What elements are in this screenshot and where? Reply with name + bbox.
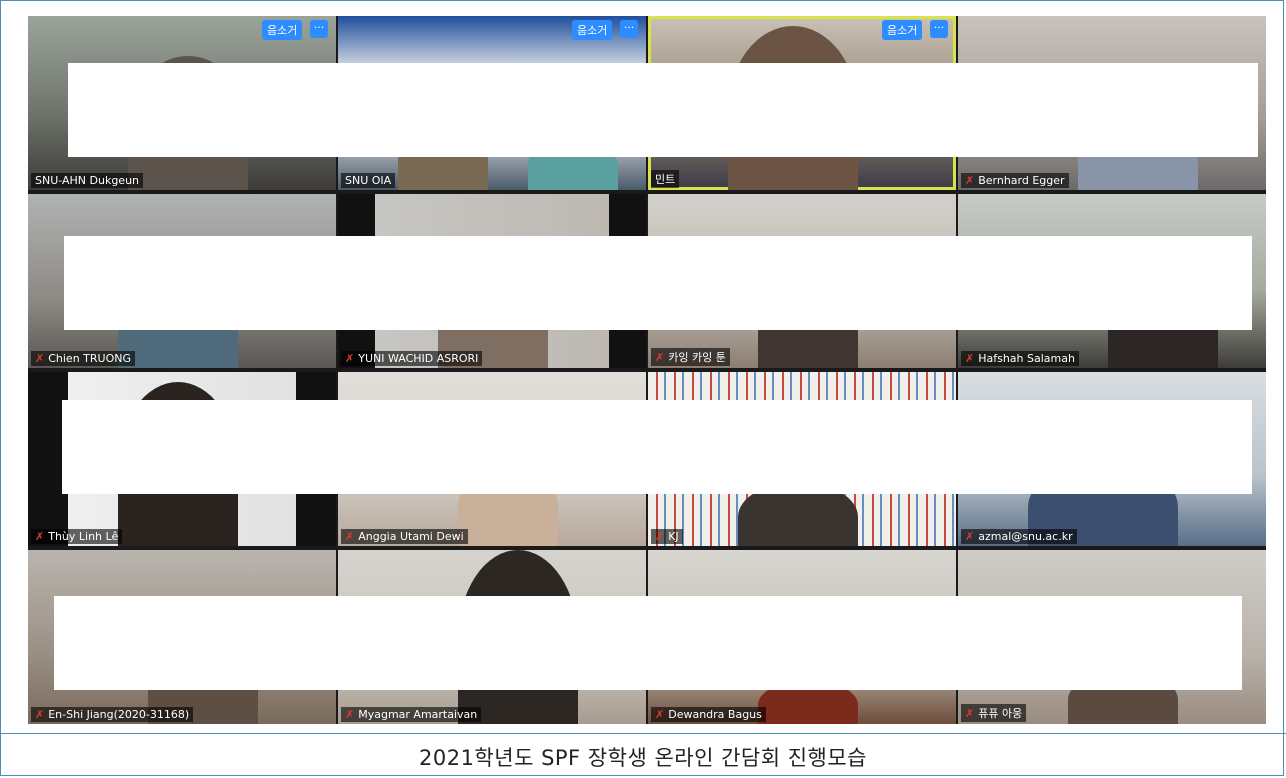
unmute-button[interactable]: 음소거 [572, 20, 613, 40]
redaction-band [64, 236, 1252, 330]
participant-name: ✗ azmal@snu.ac.kr [961, 529, 1077, 544]
participant-name: ✗ Myagmar Amartaivan [341, 707, 482, 722]
participant-name: ✗ Dewandra Bagus [651, 707, 766, 722]
participant-name: ✗ Anggia Utami Dewi [341, 529, 468, 544]
mic-off-icon: ✗ [35, 352, 45, 365]
mic-off-icon: ✗ [35, 530, 45, 543]
mic-off-icon: ✗ [655, 708, 665, 721]
more-options-button[interactable]: ··· [310, 20, 328, 38]
redaction-band [62, 400, 1252, 494]
participant-name: ✗ 퓨퓨 아웅 [961, 704, 1027, 722]
participant-name: ✗ En-Shi Jiang(2020-31168) [31, 707, 194, 722]
mic-off-icon: ✗ [965, 174, 975, 187]
participant-name: ✗ YUNI WACHID ASRORI [341, 351, 483, 366]
mic-off-icon: ✗ [35, 708, 45, 721]
participant-name: ✗ KJ [651, 529, 683, 544]
mic-off-icon: ✗ [965, 352, 975, 365]
participant-name: SNU-AHN Dukgeun [31, 173, 144, 188]
participant-name: ✗ Thùy Linh Lê [31, 529, 123, 544]
mic-off-icon: ✗ [655, 350, 665, 364]
unmute-button[interactable]: 음소거 [262, 20, 303, 40]
mic-off-icon: ✗ [345, 352, 355, 365]
participant-name: SNU OIA [341, 173, 396, 188]
figure-caption: 2021학년도 SPF 장학생 온라인 간담회 진행모습 [418, 746, 867, 770]
mic-off-icon: ✗ [655, 530, 665, 543]
mic-off-icon: ✗ [345, 530, 355, 543]
more-options-button[interactable]: ··· [930, 20, 948, 38]
mic-off-icon: ✗ [965, 530, 975, 543]
participant-name: ✗ Bernhard Egger [961, 173, 1069, 188]
redaction-band [68, 63, 1258, 157]
unmute-button[interactable]: 음소거 [882, 20, 923, 40]
participant-name: ✗ Chien TRUONG [31, 351, 135, 366]
more-options-button[interactable]: ··· [620, 20, 638, 38]
participant-name: ✗ Hafshah Salamah [961, 351, 1079, 366]
mic-off-icon: ✗ [345, 708, 355, 721]
participant-name: 민트 [651, 170, 680, 188]
participant-name: ✗ 카잉 카잉 툰 [651, 348, 730, 366]
caption-divider [0, 733, 1286, 734]
mic-off-icon: ✗ [965, 706, 975, 720]
redaction-band [54, 596, 1242, 690]
